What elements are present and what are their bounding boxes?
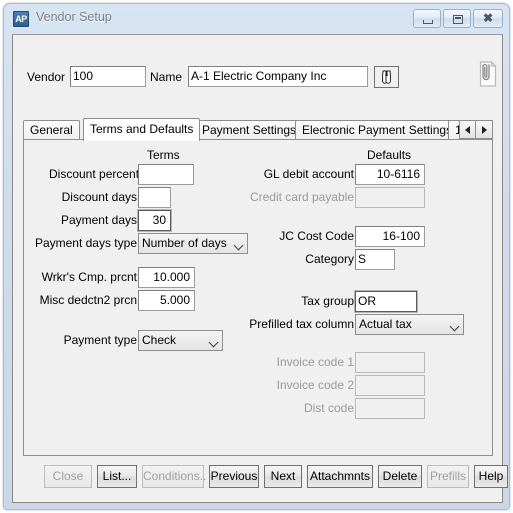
invoice-code-1-label: Invoice code 1 (276, 355, 354, 369)
workers-comp-percent-label: Wrkr's Cmp. prcnt (41, 270, 137, 284)
category-input[interactable]: S (355, 249, 395, 270)
invoice-code-1-input (355, 352, 425, 373)
title-bar[interactable]: AP Vendor Setup ✖ (4, 4, 509, 34)
payment-days-type-label: Payment days type (34, 236, 137, 250)
payment-days-type-select[interactable]: Number of days (138, 233, 248, 254)
misc-deduction2-percent-input[interactable]: 5.000 (138, 290, 195, 311)
invoice-code-2-label: Invoice code 2 (276, 378, 354, 392)
vendor-setup-window: AP Vendor Setup ✖ Vendor 100 Name A-1 El… (3, 3, 510, 510)
discount-days-label: Discount days (61, 190, 137, 204)
close-icon: ✖ (482, 11, 494, 25)
tax-group-label: Tax group (301, 294, 354, 308)
tab-terms-and-defaults[interactable]: Terms and Defaults (83, 118, 201, 141)
chevron-down-icon (451, 323, 458, 330)
name-label: Name (150, 70, 183, 84)
tab-scroll-prev-button[interactable] (459, 120, 476, 139)
tab-scroll-next-button[interactable] (476, 120, 493, 139)
vendor-input[interactable]: 100 (70, 66, 146, 87)
payment-days-type-value: Number of days (142, 236, 227, 250)
tab-scroll-buttons (459, 120, 493, 139)
payment-type-value: Check (142, 333, 177, 347)
prefills-button: Prefills (427, 465, 469, 488)
terms-heading: Terms (147, 148, 180, 162)
list-button[interactable]: List... (97, 465, 137, 488)
misc-deduction2-percent-label: Misc dedctn2 prcn (39, 293, 137, 307)
discount-days-input[interactable] (138, 187, 171, 208)
payment-days-label: Payment days (60, 213, 137, 227)
terms-and-defaults-panel: Terms Defaults Discount percent Discount… (23, 139, 493, 456)
category-label: Category (305, 252, 354, 266)
vendor-label: Vendor (27, 70, 66, 84)
dist-code-label: Dist code (303, 401, 354, 415)
defaults-heading: Defaults (367, 148, 412, 162)
prefilled-tax-column-select[interactable]: Actual tax (355, 314, 464, 335)
dist-code-input (355, 398, 425, 419)
previous-button[interactable]: Previous (209, 465, 259, 488)
next-button[interactable]: Next (264, 465, 302, 488)
ap-module-icon: AP (13, 11, 29, 27)
close-button[interactable]: ✖ (473, 9, 503, 28)
tab-electronic-payment-settings[interactable]: Electronic Payment Settings (295, 120, 460, 140)
prefilled-tax-column-value: Actual tax (359, 317, 412, 331)
chevron-down-icon (235, 242, 242, 249)
conditions-button: Conditions.. (142, 465, 206, 488)
tab-general[interactable]: General (23, 120, 80, 140)
workers-comp-percent-input[interactable]: 10.000 (138, 267, 195, 288)
payment-type-select[interactable]: Check (138, 330, 223, 351)
minimize-button[interactable] (413, 9, 441, 28)
discount-percent-label: Discount percent (49, 167, 140, 181)
binoculars-icon[interactable] (374, 66, 399, 88)
action-button-bar: Close List... Conditions.. Previous Next… (13, 465, 508, 495)
tab-payment-settings[interactable]: Payment Settings (195, 120, 304, 140)
restore-button[interactable] (443, 9, 471, 28)
credit-card-payable-label: Credit card payable (249, 190, 354, 204)
invoice-code-2-input (355, 375, 425, 396)
discount-percent-input[interactable] (138, 164, 194, 185)
binoculars-glyph (382, 70, 391, 84)
payment-type-label: Payment type (63, 333, 137, 347)
close-button-action: Close (44, 465, 92, 488)
window-controls: ✖ (413, 9, 503, 28)
paperclip-document-glyph (479, 61, 497, 87)
client-area: Vendor 100 Name A-1 Electric Company Inc… (12, 34, 508, 503)
jc-cost-code-label: JC Cost Code (279, 229, 354, 243)
restore-icon (453, 15, 463, 24)
gl-debit-account-label: GL debit account (263, 167, 354, 181)
chevron-down-icon (210, 339, 217, 346)
payment-days-input[interactable]: 30 (137, 209, 172, 232)
attachments-button[interactable]: Attachmnts (307, 465, 373, 488)
delete-button[interactable]: Delete (378, 465, 422, 488)
jc-cost-code-input[interactable]: 16-100 (355, 226, 425, 247)
minimize-icon (423, 20, 433, 24)
window-title: Vendor Setup (36, 10, 112, 24)
gl-debit-account-input[interactable]: 10-6116 (355, 164, 425, 185)
help-button[interactable]: Help (474, 465, 508, 488)
paperclip-document-icon[interactable] (477, 59, 499, 89)
chevron-right-icon (482, 125, 487, 134)
chevron-left-icon (464, 125, 470, 134)
prefilled-tax-column-label: Prefilled tax column (249, 317, 354, 331)
credit-card-payable-input (355, 187, 425, 208)
tab-strip: General Terms and Defaults Payment Setti… (23, 118, 493, 141)
tax-group-input[interactable]: OR (354, 290, 418, 313)
name-input[interactable]: A-1 Electric Company Inc (188, 66, 368, 87)
